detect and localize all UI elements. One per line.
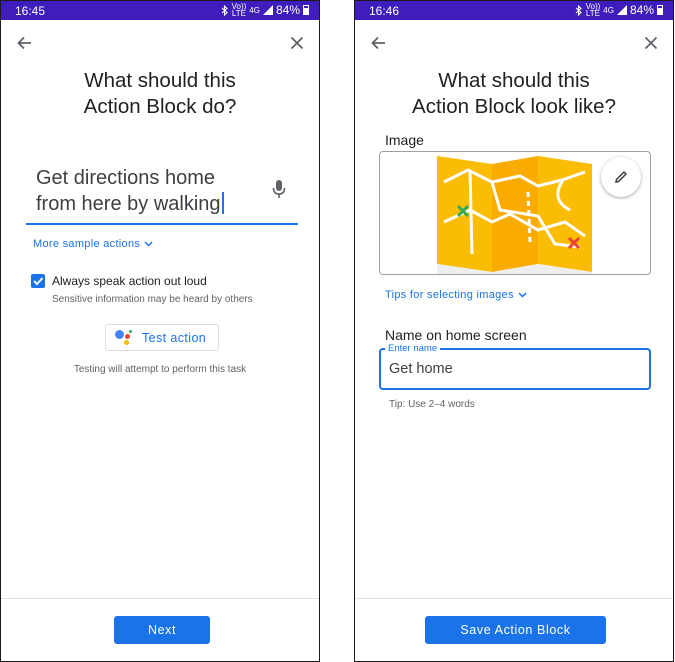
test-note: Testing will attempt to perform this tas…: [73, 364, 247, 375]
volte-indicator: Vo)) LTE: [231, 2, 247, 18]
battery-percent: 84%: [275, 3, 300, 17]
bottom-bar: Next: [1, 598, 319, 661]
chevron-down-icon: [144, 241, 153, 247]
back-arrow-icon[interactable]: [15, 33, 35, 53]
signal-icon: [262, 5, 273, 15]
action-query-input[interactable]: Get directions home from here by walking: [36, 165, 251, 217]
image-label: Image: [385, 132, 424, 148]
name-input-value: Get home: [389, 361, 453, 377]
test-action-button[interactable]: Test action: [105, 324, 219, 351]
name-input-floating-label: Enter name: [385, 343, 441, 354]
save-action-block-button[interactable]: Save Action Block: [425, 616, 606, 644]
back-arrow-icon[interactable]: [369, 33, 389, 53]
close-icon[interactable]: [287, 33, 307, 53]
status-icons: Vo)) LTE 4G 84%: [221, 2, 309, 18]
chevron-down-icon: [518, 292, 527, 298]
bottom-bar: Save Action Block: [355, 598, 673, 661]
screen-appearance: 16:46 Vo)) LTE 4G 84% What should this Ac…: [354, 0, 674, 662]
google-assistant-icon: [114, 329, 134, 347]
network-type: 4G: [249, 5, 260, 15]
edit-image-button[interactable]: [601, 157, 641, 197]
bluetooth-icon: [221, 4, 228, 16]
pencil-icon: [615, 170, 628, 183]
microphone-icon[interactable]: [271, 179, 287, 199]
name-tip: Tip: Use 2–4 words: [389, 399, 475, 410]
status-time: 16:46: [369, 4, 400, 18]
page-title: What should this Action Block do?: [83, 69, 237, 118]
close-icon[interactable]: [641, 33, 661, 53]
checkmark-icon: [33, 277, 44, 286]
test-action-label: Test action: [142, 330, 207, 345]
status-icons: Vo)) LTE 4G 84%: [575, 2, 663, 18]
text-cursor: [221, 192, 224, 214]
status-time: 16:45: [15, 4, 46, 18]
checkbox-subtext: Sensitive information may be heard by ot…: [52, 294, 253, 305]
more-sample-actions-link[interactable]: More sample actions: [33, 238, 153, 250]
next-button[interactable]: Next: [114, 616, 210, 644]
battery-icon: [303, 5, 309, 15]
signal-icon: [616, 5, 627, 15]
battery-percent: 84%: [629, 3, 654, 17]
speak-aloud-checkbox[interactable]: [31, 274, 45, 288]
status-bar: 16:45 Vo)) LTE 4G 84%: [1, 1, 319, 20]
battery-icon: [657, 5, 663, 15]
bluetooth-icon: [575, 4, 582, 16]
input-underline: [26, 223, 298, 225]
network-type: 4G: [603, 5, 614, 15]
name-section-label: Name on home screen: [385, 327, 527, 343]
tips-selecting-images-link[interactable]: Tips for selecting images: [385, 289, 527, 301]
screen-action: 16:45 Vo)) LTE 4G 84% What should this Ac…: [0, 0, 320, 662]
status-bar: 16:46 Vo)) LTE 4G 84%: [355, 1, 673, 20]
checkbox-label: Always speak action out loud: [52, 274, 207, 288]
page-title: What should this Action Block look like?: [412, 69, 616, 118]
volte-indicator: Vo)) LTE: [585, 2, 601, 18]
